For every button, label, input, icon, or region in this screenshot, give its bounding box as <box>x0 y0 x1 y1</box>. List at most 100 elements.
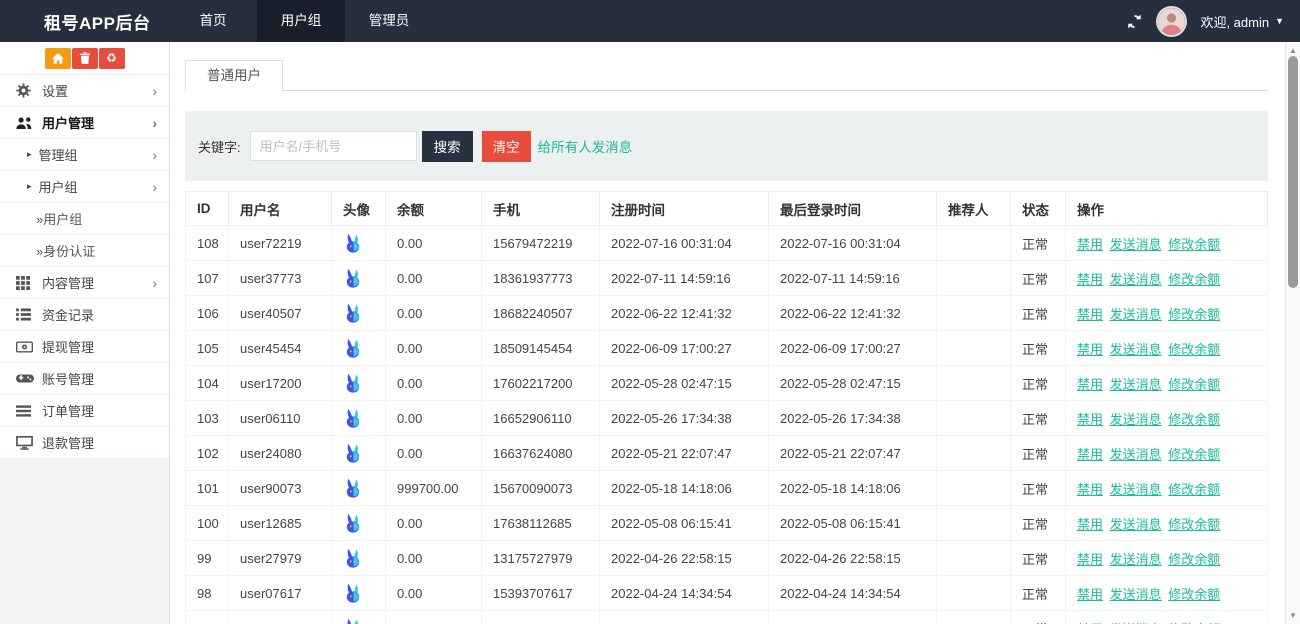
sidebar-item-user-management[interactable]: 用户管理 › <box>0 107 169 139</box>
send-message-link[interactable]: 发送消息 <box>1110 447 1162 462</box>
cell-status: 正常 <box>1011 296 1066 331</box>
sidebar-item-label: 订单管理 <box>42 401 94 420</box>
refresh-icon[interactable] <box>1126 13 1143 30</box>
disable-link[interactable]: 禁用 <box>1077 447 1103 462</box>
table-row: 105 user45454 0.00 18509145454 2022-06-0… <box>186 331 1268 366</box>
cell-registered: 2022-05-18 14:18:06 <box>600 471 769 506</box>
sidebar-item-refund-management[interactable]: 退款管理 <box>0 427 169 459</box>
sidebar-item-withdrawal-management[interactable]: 提现管理 <box>0 331 169 363</box>
sidebar-item-identity-verification[interactable]: »身份认证 <box>0 235 169 267</box>
header-id: ID <box>186 192 229 226</box>
modify-balance-link[interactable]: 修改余额 <box>1168 342 1220 357</box>
cell-phone: 16637624080 <box>482 436 600 471</box>
tab-normal-users[interactable]: 普通用户 <box>185 60 283 92</box>
sidebar-item-content-management[interactable]: 内容管理 › <box>0 267 169 299</box>
bunny-avatar-icon <box>343 478 374 498</box>
disable-link[interactable]: 禁用 <box>1077 482 1103 497</box>
cell-referrer <box>937 331 1011 366</box>
sidebar-item-user-group-sub[interactable]: »用户组 <box>0 203 169 235</box>
sidebar-item-account-management[interactable]: 账号管理 <box>0 363 169 395</box>
sidebar-item-user-group[interactable]: ▸ 用户组 › <box>0 171 169 203</box>
disable-link[interactable]: 禁用 <box>1077 412 1103 427</box>
nav-tab-home[interactable]: 首页 <box>169 0 257 42</box>
modify-balance-link[interactable]: 修改余额 <box>1168 517 1220 532</box>
search-input[interactable] <box>250 131 417 161</box>
disable-link[interactable]: 禁用 <box>1077 587 1103 602</box>
sidebar-item-order-management[interactable]: 订单管理 <box>0 395 169 427</box>
scroll-down-icon[interactable]: ▼ <box>1286 611 1300 620</box>
header-actions: 操作 <box>1066 192 1268 226</box>
disable-link[interactable]: 禁用 <box>1077 342 1103 357</box>
cell-last-login: 2022-05-28 02:47:15 <box>769 366 937 401</box>
disable-link[interactable]: 禁用 <box>1077 237 1103 252</box>
nav-tab-user-group[interactable]: 用户组 <box>257 0 345 42</box>
cell-balance: 0.00 <box>386 506 482 541</box>
search-button[interactable]: 搜索 <box>422 131 473 162</box>
sidebar-item-fund-records[interactable]: 资金记录 <box>0 299 169 331</box>
cell-username: user72219 <box>229 226 332 261</box>
disable-link[interactable]: 禁用 <box>1077 377 1103 392</box>
disable-link[interactable]: 禁用 <box>1077 517 1103 532</box>
modify-balance-link[interactable]: 修改余额 <box>1168 552 1220 567</box>
send-message-link[interactable]: 发送消息 <box>1110 412 1162 427</box>
welcome-dropdown[interactable]: 欢迎, admin ▼ <box>1200 12 1284 31</box>
modify-balance-link[interactable]: 修改余额 <box>1168 307 1220 322</box>
trash-button[interactable] <box>72 48 98 69</box>
home-icon <box>52 53 64 64</box>
recycle-button[interactable]: ♻ <box>99 48 125 69</box>
nav-tab-admin[interactable]: 管理员 <box>345 0 433 42</box>
send-message-link[interactable]: 发送消息 <box>1110 517 1162 532</box>
modify-balance-link[interactable]: 修改余额 <box>1168 377 1220 392</box>
modify-balance-link[interactable]: 修改余额 <box>1168 587 1220 602</box>
send-message-link[interactable]: 发送消息 <box>1110 272 1162 287</box>
cell-balance: 999700.00 <box>386 471 482 506</box>
cell-balance: 0.00 <box>386 436 482 471</box>
send-message-link[interactable]: 发送消息 <box>1110 482 1162 497</box>
cell-id: 106 <box>186 296 229 331</box>
clear-button[interactable]: 清空 <box>482 131 531 162</box>
cell-last-login: 2022-05-08 06:15:41 <box>769 506 937 541</box>
sidebar-item-admin-group[interactable]: ▸ 管理组 › <box>0 139 169 171</box>
cell-username: user17200 <box>229 366 332 401</box>
cell-status: 正常 <box>1011 611 1066 624</box>
table-row: 108 user72219 0.00 15679472219 2022-07-1… <box>186 226 1268 261</box>
send-message-link[interactable]: 发送消息 <box>1110 342 1162 357</box>
send-message-link[interactable]: 发送消息 <box>1110 307 1162 322</box>
disable-link[interactable]: 禁用 <box>1077 552 1103 567</box>
cell-status: 正常 <box>1011 471 1066 506</box>
cell-username: user12685 <box>229 506 332 541</box>
modify-balance-link[interactable]: 修改余额 <box>1168 447 1220 462</box>
broadcast-message-link[interactable]: 给所有人发消息 <box>538 136 633 156</box>
home-button[interactable] <box>45 48 71 69</box>
modify-balance-link[interactable]: 修改余额 <box>1168 482 1220 497</box>
sidebar-item-settings[interactable]: 设置 › <box>0 75 169 107</box>
sidebar: ♻ 设置 › <box>0 42 170 624</box>
cell-username: user45454 <box>229 331 332 366</box>
send-message-link[interactable]: 发送消息 <box>1110 587 1162 602</box>
cell-actions: 禁用 发送消息 修改余额 <box>1066 331 1268 366</box>
modify-balance-link[interactable]: 修改余额 <box>1168 237 1220 252</box>
send-message-link[interactable]: 发送消息 <box>1110 552 1162 567</box>
table-row: 102 user24080 0.00 16637624080 2022-05-2… <box>186 436 1268 471</box>
disable-link[interactable]: 禁用 <box>1077 307 1103 322</box>
cell-status: 正常 <box>1011 541 1066 576</box>
send-message-link[interactable]: 发送消息 <box>1110 377 1162 392</box>
modify-balance-link[interactable]: 修改余额 <box>1168 272 1220 287</box>
navbar-brand[interactable]: 租号APP后台 <box>0 0 169 42</box>
cell-id: 108 <box>186 226 229 261</box>
scrollbar-thumb[interactable] <box>1288 56 1298 288</box>
cell-phone: 15393707617 <box>482 576 600 611</box>
cell-balance: 0.00 <box>386 226 482 261</box>
modify-balance-link[interactable]: 修改余额 <box>1168 412 1220 427</box>
chevron-right-icon: › <box>152 116 157 130</box>
cell-status: 正常 <box>1011 366 1066 401</box>
scrollbar[interactable]: ▲ ▼ <box>1285 42 1300 624</box>
chevron-right-icon: › <box>152 148 157 162</box>
cell-phone: 18509145454 <box>482 331 600 366</box>
scroll-up-icon[interactable]: ▲ <box>1286 46 1300 55</box>
cell-registered: 2022-05-08 06:15:41 <box>600 506 769 541</box>
header-referrer: 推荐人 <box>937 192 1011 226</box>
send-message-link[interactable]: 发送消息 <box>1110 237 1162 252</box>
disable-link[interactable]: 禁用 <box>1077 272 1103 287</box>
user-avatar[interactable] <box>1158 8 1185 35</box>
